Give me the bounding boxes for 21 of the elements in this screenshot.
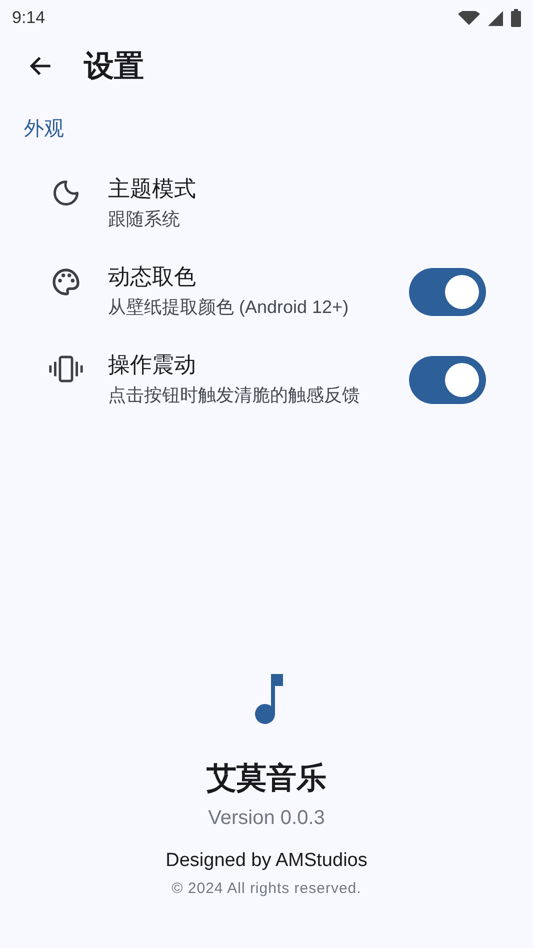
section-title: 外观	[24, 118, 64, 140]
vibration-icon	[48, 354, 84, 384]
setting-description: 从壁纸提取颜色 (Android 12+)	[108, 296, 350, 319]
signal-icon	[488, 10, 503, 26]
designer-text: Designed by AMStudios	[166, 849, 368, 873]
status-time: 9:14	[12, 7, 46, 30]
setting-title: 操作震动	[108, 351, 197, 379]
setting-description: 点击按钮时触发清脆的触感反馈	[108, 384, 361, 407]
setting-title: 动态取色	[108, 263, 197, 291]
toggle-switch[interactable]	[409, 268, 486, 316]
moon-icon	[51, 178, 81, 208]
setting-description: 跟随系统	[108, 208, 181, 231]
palette-icon	[50, 266, 82, 298]
wifi-icon	[458, 11, 480, 25]
setting-title: 主题模式	[108, 175, 197, 203]
version-text: Version 0.0.3	[208, 806, 325, 831]
copyright-text: © 2024 All rights reserved.	[172, 878, 362, 898]
app-name: 艾莫音乐	[206, 761, 326, 797]
toggle-switch[interactable]	[409, 356, 486, 404]
page-title: 设置	[84, 48, 144, 84]
battery-icon	[511, 9, 521, 27]
